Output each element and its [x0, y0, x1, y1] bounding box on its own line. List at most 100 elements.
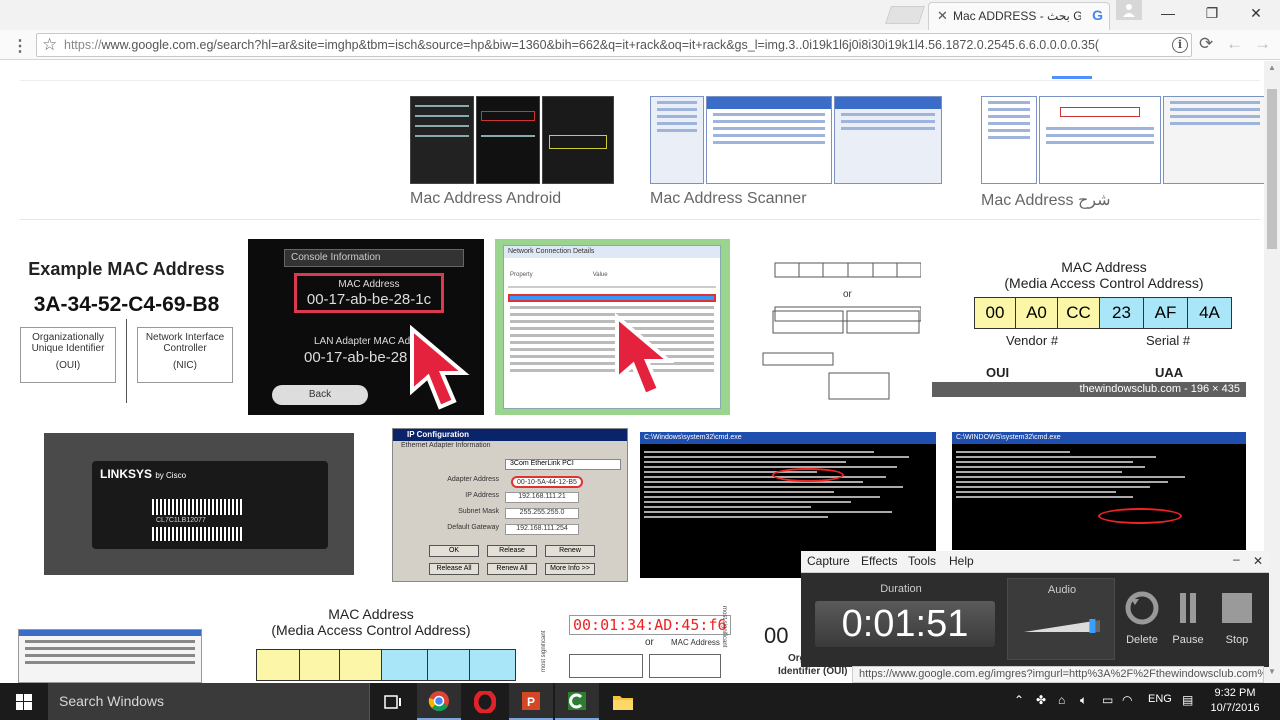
- explain-thumb-1: [981, 96, 1037, 184]
- nic-box: Network Interface Controller (NIC): [137, 327, 233, 383]
- bit-diagram: [762, 262, 921, 400]
- ipconfig-buttons: OK Release Renew Release All Renew All M…: [429, 545, 595, 575]
- netdetails-col2: Value: [592, 272, 608, 278]
- bottom-mac-title: MAC Address: [328, 606, 414, 622]
- result-ip-configuration[interactable]: IP Configuration Ethernet Adapter Inform…: [392, 428, 628, 582]
- oui-box: Organizationally Unique Identifier (OUI): [20, 327, 116, 383]
- nic-abbr: (NIC): [173, 360, 197, 371]
- bookmark-star-icon[interactable]: ☆: [42, 35, 57, 55]
- menu-capture[interactable]: Capture: [807, 554, 850, 568]
- audio-label: Audio: [1047, 584, 1077, 596]
- cmd2-title: C:\WINDOWS\system32\cmd.exe: [952, 432, 1246, 444]
- hex-side-label-left: most significant: [541, 630, 547, 672]
- wifi-icon[interactable]: ◠: [1122, 693, 1132, 707]
- audio-level-slider[interactable]: [1024, 619, 1100, 633]
- menu-help[interactable]: Help: [949, 554, 974, 568]
- duration-label: Duration: [880, 583, 922, 595]
- explain-thumb-2: [1039, 96, 1161, 184]
- tab-title: Mac ADDRESS - بحث Google: [953, 9, 1081, 23]
- audio-panel: Audio: [1007, 578, 1115, 660]
- octet-0: 00: [974, 297, 1016, 329]
- field-label: IP Address: [465, 492, 499, 499]
- cmd1-title: C:\Windows\system32\cmd.exe: [640, 432, 936, 444]
- forward-arrow-icon[interactable]: →: [1254, 34, 1271, 54]
- start-button[interactable]: [0, 683, 48, 720]
- result-example-mac[interactable]: Example MAC Address 3A-34-52-C4-69-B8 Or…: [15, 249, 238, 404]
- omnibox[interactable]: ☆ https://www.google.com.eg/search?hl=ar…: [36, 33, 1192, 57]
- result-windowsclub[interactable]: MAC Address (Media Access Control Addres…: [932, 257, 1246, 397]
- minimize-button[interactable]: —: [1146, 0, 1190, 28]
- stop-icon: [1222, 593, 1252, 623]
- menu-tools[interactable]: Tools: [908, 554, 936, 568]
- result-linksys[interactable]: LINKSYS by Cisco CL7C1LB12077: [44, 433, 354, 575]
- result-bit-diagram[interactable]: or: [743, 249, 921, 404]
- field-label: Adapter Address: [447, 476, 499, 483]
- file-explorer-icon[interactable]: [601, 683, 645, 720]
- action-center-icon[interactable]: ▤: [1182, 693, 1193, 707]
- tab-close-icon[interactable]: ✕: [937, 8, 948, 24]
- result-mac-hex[interactable]: most significant 00:01:34:AD:45:f6 or MA…: [539, 596, 731, 683]
- related-search-android[interactable]: Mac Address Android: [410, 96, 614, 208]
- cmd2-lines: [956, 448, 1242, 501]
- scroll-down-icon[interactable]: ▼: [1268, 667, 1276, 676]
- page-info-icon[interactable]: i: [1172, 37, 1188, 53]
- nic-label: Network Interface Controller: [145, 332, 225, 354]
- url-text[interactable]: https://www.google.com.eg/search?hl=ar&s…: [64, 38, 1172, 52]
- delete-icon: [1125, 591, 1159, 625]
- system-clock[interactable]: 9:32 PM 10/7/2016: [1204, 686, 1266, 716]
- browser-titlebar: ✕ Mac ADDRESS - بحث Google G — ❐ ✕: [0, 0, 1280, 30]
- bottom-mac-cells: [256, 649, 516, 681]
- battery-icon[interactable]: ▭: [1102, 693, 1113, 707]
- browser-tab[interactable]: ✕ Mac ADDRESS - بحث Google G: [928, 2, 1110, 30]
- pause-button[interactable]: Pause: [1163, 591, 1213, 646]
- field-value: 00-10-5A-44-12-B5: [511, 476, 583, 488]
- restore-button[interactable]: ❐: [1190, 0, 1234, 28]
- wc-caption: thewindowsclub.com - 196 × 435: [932, 382, 1246, 397]
- taskbar-search[interactable]: Search Windows: [48, 683, 370, 720]
- menu-effects[interactable]: Effects: [861, 554, 897, 568]
- result-console-info[interactable]: Console Information MAC Address 00-17-ab…: [248, 239, 484, 415]
- partial-sub2: Identifier (OUI): [778, 666, 848, 677]
- result-cmd-2[interactable]: C:\WINDOWS\system32\cmd.exe: [952, 432, 1246, 550]
- octet-2: CC: [1058, 297, 1100, 329]
- pause-icon: [1180, 593, 1196, 623]
- back-arrow-icon[interactable]: ←: [1226, 34, 1243, 54]
- stop-button[interactable]: Stop: [1212, 591, 1262, 646]
- network-icon[interactable]: ⌂: [1058, 693, 1065, 707]
- language-indicator[interactable]: ENG: [1148, 693, 1172, 705]
- ipconfig-button: Renew All: [487, 563, 537, 575]
- scroll-thumb[interactable]: [1267, 89, 1277, 249]
- task-view-icon[interactable]: [371, 683, 415, 720]
- chrome-icon[interactable]: [417, 683, 461, 720]
- tray-app-icon[interactable]: ✤: [1036, 693, 1046, 707]
- android-thumb-2: [476, 96, 540, 184]
- recorder-close-icon[interactable]: ✕: [1253, 554, 1263, 568]
- new-tab-button[interactable]: [885, 6, 925, 24]
- wc-subtitle: (Media Access Control Address): [1004, 275, 1204, 291]
- android-thumb-1: [410, 96, 474, 184]
- netdetails-title: Network Connection Details: [504, 246, 720, 258]
- close-window-button[interactable]: ✕: [1234, 0, 1278, 28]
- scroll-up-icon[interactable]: ▲: [1268, 63, 1276, 72]
- console-mac-label: MAC Address: [338, 279, 400, 290]
- opera-icon[interactable]: [463, 683, 507, 720]
- field-label: Subnet Mask: [458, 508, 499, 515]
- red-cursor-icon: [410, 325, 470, 410]
- explain-thumb-3: [1163, 96, 1267, 184]
- volume-icon[interactable]: 🔈︎: [1080, 693, 1087, 708]
- people-icon[interactable]: ⌃: [1014, 693, 1024, 707]
- result-cmd-small[interactable]: [18, 629, 202, 683]
- result-mac-table[interactable]: MAC Address (Media Access Control Addres…: [213, 603, 529, 683]
- delete-button[interactable]: Delete: [1117, 591, 1167, 646]
- reload-icon[interactable]: ⟳: [1199, 34, 1213, 54]
- result-network-details[interactable]: Network Connection Details Property Value: [495, 239, 730, 415]
- octet-3: 23: [1100, 297, 1144, 329]
- chrome-menu-icon[interactable]: ⋮: [12, 36, 28, 56]
- divider-line: [126, 319, 127, 403]
- related-search-scanner[interactable]: Mac Address Scanner: [650, 96, 942, 208]
- recorder-minimize-icon[interactable]: –: [1233, 552, 1240, 566]
- related-search-explain[interactable]: Mac Address شرح: [981, 96, 1267, 210]
- powerpoint-icon[interactable]: P: [509, 683, 553, 720]
- profile-button[interactable]: [1116, 0, 1142, 20]
- camtasia-icon[interactable]: [555, 683, 599, 720]
